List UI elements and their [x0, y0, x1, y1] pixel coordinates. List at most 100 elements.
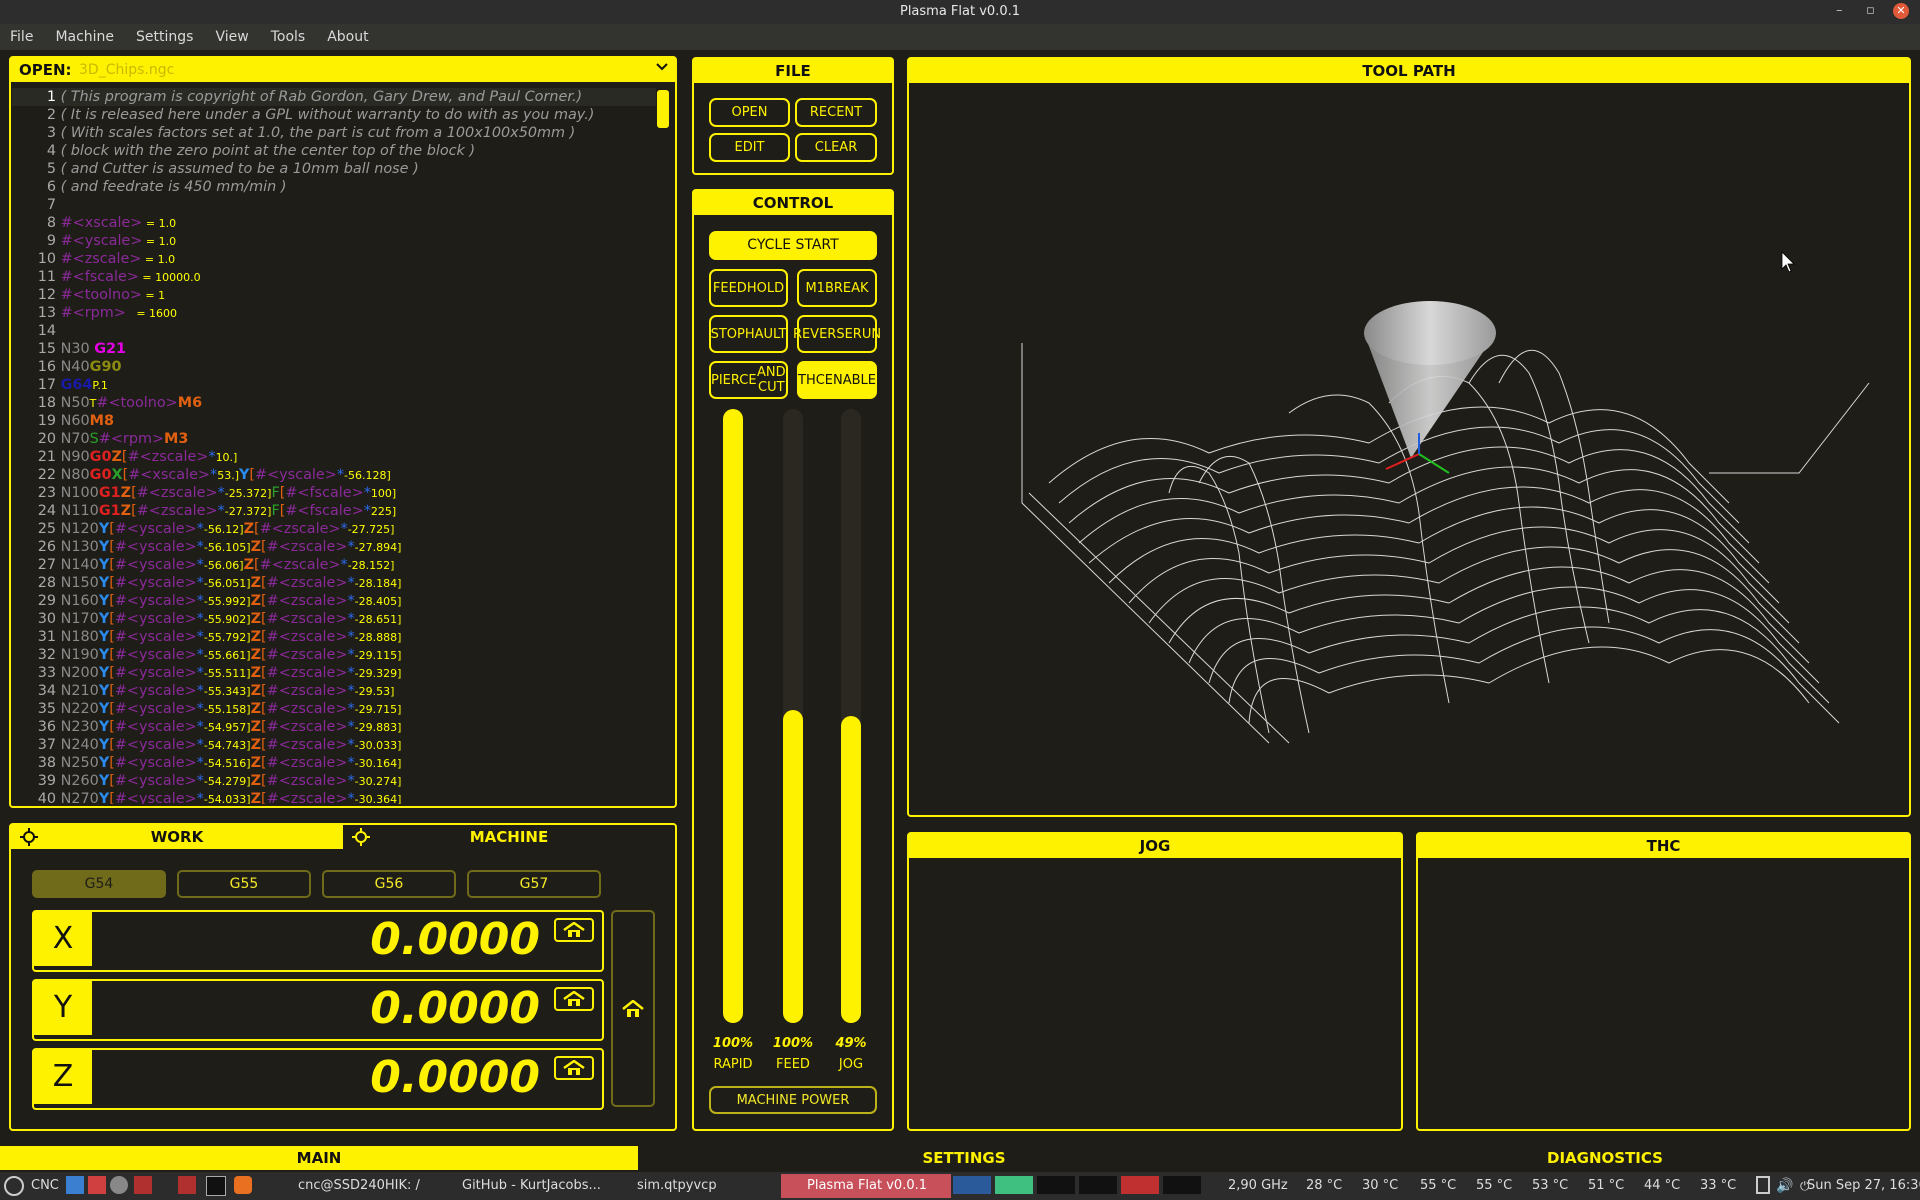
gcode-line[interactable]: 28 N150Y[#<yscale>*-56.051]Z[#<zscale>*-…: [12, 574, 656, 592]
home-y-button[interactable]: [554, 987, 594, 1011]
volume-icon[interactable]: 🔊: [1776, 1176, 1793, 1196]
gcode-line[interactable]: 7: [12, 196, 656, 214]
gcode-line[interactable]: 5 ( and Cutter is assumed to be a 10mm b…: [12, 160, 656, 178]
gcode-line[interactable]: 23 N100G1Z[#<zscale>*-25.372]F[#<fscale>…: [12, 484, 656, 502]
stop-hault-button[interactable]: STOP HAULT: [709, 315, 788, 353]
pierce-and-cut-button[interactable]: PIERCE AND CUT: [709, 361, 788, 399]
task-browser[interactable]: GitHub - KurtJacobs...: [462, 1176, 601, 1196]
gcode-line[interactable]: 4 ( block with the zero point at the cen…: [12, 142, 656, 160]
scrollbar-thumb[interactable]: [657, 90, 669, 128]
gcode-line[interactable]: 17 G64P.1: [12, 376, 656, 394]
gcode-line[interactable]: 21 N90G0Z[#<zscale>*10.]: [12, 448, 656, 466]
apps-icon[interactable]: [88, 1176, 106, 1194]
file-select[interactable]: 3D_Chips.ngc: [79, 58, 174, 82]
maximize-button[interactable]: ▫: [1866, 0, 1875, 22]
tab-main[interactable]: MAIN: [0, 1146, 638, 1170]
gcode-token: N150: [60, 575, 99, 591]
gcode-line[interactable]: 14: [12, 322, 656, 340]
settings-icon[interactable]: [110, 1176, 128, 1194]
gcode-line[interactable]: 36 N230Y[#<yscale>*-54.957]Z[#<zscale>*-…: [12, 718, 656, 736]
gcode-line[interactable]: 16 N40G90: [12, 358, 656, 376]
toolpath-viewport[interactable]: [909, 83, 1909, 815]
close-button[interactable]: ✕: [1893, 3, 1909, 19]
gcode-editor[interactable]: 1 ( This program is copyright of Rab Gor…: [12, 88, 656, 804]
gcode-line[interactable]: 10 #<zscale> = 1.0: [12, 250, 656, 268]
gcode-line[interactable]: 9 #<yscale> = 1.0: [12, 232, 656, 250]
menu-settings[interactable]: Settings: [125, 26, 204, 48]
files-icon[interactable]: [66, 1176, 84, 1194]
task-plasma-flat[interactable]: Plasma Flat v0.0.1: [781, 1174, 951, 1198]
gcode-line[interactable]: 8 #<xscale> = 1.0: [12, 214, 656, 232]
gcode-line[interactable]: 6 ( and feedrate is 450 mm/min ): [12, 178, 656, 196]
jog-slider[interactable]: [841, 409, 861, 1023]
recent-button[interactable]: RECENT: [795, 98, 877, 127]
machine-power-button[interactable]: MACHINE POWER: [709, 1086, 877, 1114]
gcode-line[interactable]: 26 N130Y[#<yscale>*-56.105]Z[#<zscale>*-…: [12, 538, 656, 556]
gcode-line[interactable]: 35 N220Y[#<yscale>*-55.158]Z[#<zscale>*-…: [12, 700, 656, 718]
gcode-line[interactable]: 32 N190Y[#<yscale>*-55.661]Z[#<zscale>*-…: [12, 646, 656, 664]
gcode-line[interactable]: 33 N200Y[#<yscale>*-55.511]Z[#<zscale>*-…: [12, 664, 656, 682]
offset-g55-button[interactable]: G55: [177, 870, 311, 898]
rapid-slider[interactable]: [723, 409, 743, 1023]
gcode-line[interactable]: 31 N180Y[#<yscale>*-55.792]Z[#<zscale>*-…: [12, 628, 656, 646]
gcode-line[interactable]: 39 N260Y[#<yscale>*-54.279]Z[#<zscale>*-…: [12, 772, 656, 790]
gcode-line[interactable]: 30 N170Y[#<yscale>*-55.902]Z[#<zscale>*-…: [12, 610, 656, 628]
feed-hold-button[interactable]: FEED HOLD: [709, 269, 788, 307]
start-menu-icon[interactable]: [4, 1176, 24, 1196]
gcode-line[interactable]: 3 ( With scales factors set at 1.0, the …: [12, 124, 656, 142]
gcode-line[interactable]: 12 #<toolno> = 1: [12, 286, 656, 304]
browser-icon[interactable]: [234, 1176, 252, 1194]
launcher-icon[interactable]: [134, 1176, 152, 1194]
offset-g54-button[interactable]: G54: [32, 870, 166, 898]
menu-tools[interactable]: Tools: [260, 26, 317, 48]
m1-break-button[interactable]: M1 BREAK: [797, 269, 877, 307]
start-menu-label[interactable]: CNC: [31, 1176, 59, 1196]
tab-machine[interactable]: MACHINE: [343, 825, 675, 849]
edit-button[interactable]: EDIT: [709, 133, 790, 162]
home-z-button[interactable]: [554, 1056, 594, 1080]
gcode-line[interactable]: 19 N60M8: [12, 412, 656, 430]
open-button[interactable]: OPEN: [709, 98, 790, 127]
terminal-icon[interactable]: [206, 1176, 226, 1196]
cycle-start-button[interactable]: CYCLE START: [709, 231, 877, 260]
gcode-line[interactable]: 37 N240Y[#<yscale>*-54.743]Z[#<zscale>*-…: [12, 736, 656, 754]
clear-button[interactable]: CLEAR: [795, 133, 877, 162]
notification-icon[interactable]: [1756, 1176, 1770, 1194]
gcode-line[interactable]: 13 #<rpm> = 1600: [12, 304, 656, 322]
gcode-line[interactable]: 15 N30 G21: [12, 340, 656, 358]
offset-g56-button[interactable]: G56: [322, 870, 456, 898]
minimize-button[interactable]: –: [1836, 0, 1843, 22]
editor-scrollbar[interactable]: [656, 88, 670, 804]
menu-about[interactable]: About: [316, 26, 379, 48]
gcode-line[interactable]: 27 N140Y[#<yscale>*-56.06]Z[#<zscale>*-2…: [12, 556, 656, 574]
tab-diagnostics[interactable]: DIAGNOSTICS: [1290, 1146, 1920, 1170]
home-all-button[interactable]: [611, 910, 655, 1107]
gcode-line[interactable]: 25 N120Y[#<yscale>*-56.12]Z[#<zscale>*-2…: [12, 520, 656, 538]
gcode-line[interactable]: 11 #<fscale> = 10000.0: [12, 268, 656, 286]
offset-g57-button[interactable]: G57: [467, 870, 601, 898]
tab-work[interactable]: WORK: [11, 825, 343, 849]
gcode-line[interactable]: 18 N50T#<toolno>M6: [12, 394, 656, 412]
task-terminal[interactable]: cnc@SSD240HIK: /: [298, 1176, 420, 1196]
folder-icon[interactable]: [178, 1176, 196, 1194]
chevron-down-icon[interactable]: [655, 58, 669, 82]
home-x-button[interactable]: [554, 918, 594, 942]
gcode-line[interactable]: 38 N250Y[#<yscale>*-54.516]Z[#<zscale>*-…: [12, 754, 656, 772]
thc-enable-button[interactable]: THC ENABLE: [797, 361, 877, 399]
gcode-line[interactable]: 2 ( It is released here under a GPL with…: [12, 106, 656, 124]
reverse-run-button[interactable]: REVERSE RUN: [793, 315, 881, 353]
menu-machine[interactable]: Machine: [44, 26, 125, 48]
task-folder[interactable]: sim.qtpyvcp: [637, 1176, 717, 1196]
tab-settings[interactable]: SETTINGS: [638, 1146, 1290, 1170]
gcode-line[interactable]: 29 N160Y[#<yscale>*-55.992]Z[#<zscale>*-…: [12, 592, 656, 610]
gcode-line[interactable]: 20 N70S#<rpm>M3: [12, 430, 656, 448]
gcode-line[interactable]: 34 N210Y[#<yscale>*-55.343]Z[#<zscale>*-…: [12, 682, 656, 700]
gcode-line[interactable]: 22 N80G0X[#<xscale>*53.]Y[#<yscale>*-56.…: [12, 466, 656, 484]
gcode-line[interactable]: 40 N270Y[#<yscale>*-54.033]Z[#<zscale>*-…: [12, 790, 656, 804]
menu-file[interactable]: File: [0, 26, 44, 48]
menu-view[interactable]: View: [204, 26, 259, 48]
gcode-token: N80: [60, 467, 90, 483]
gcode-line[interactable]: 1 ( This program is copyright of Rab Gor…: [12, 88, 656, 106]
feed-slider[interactable]: [783, 409, 803, 1023]
gcode-line[interactable]: 24 N110G1Z[#<zscale>*-27.372]F[#<fscale>…: [12, 502, 656, 520]
